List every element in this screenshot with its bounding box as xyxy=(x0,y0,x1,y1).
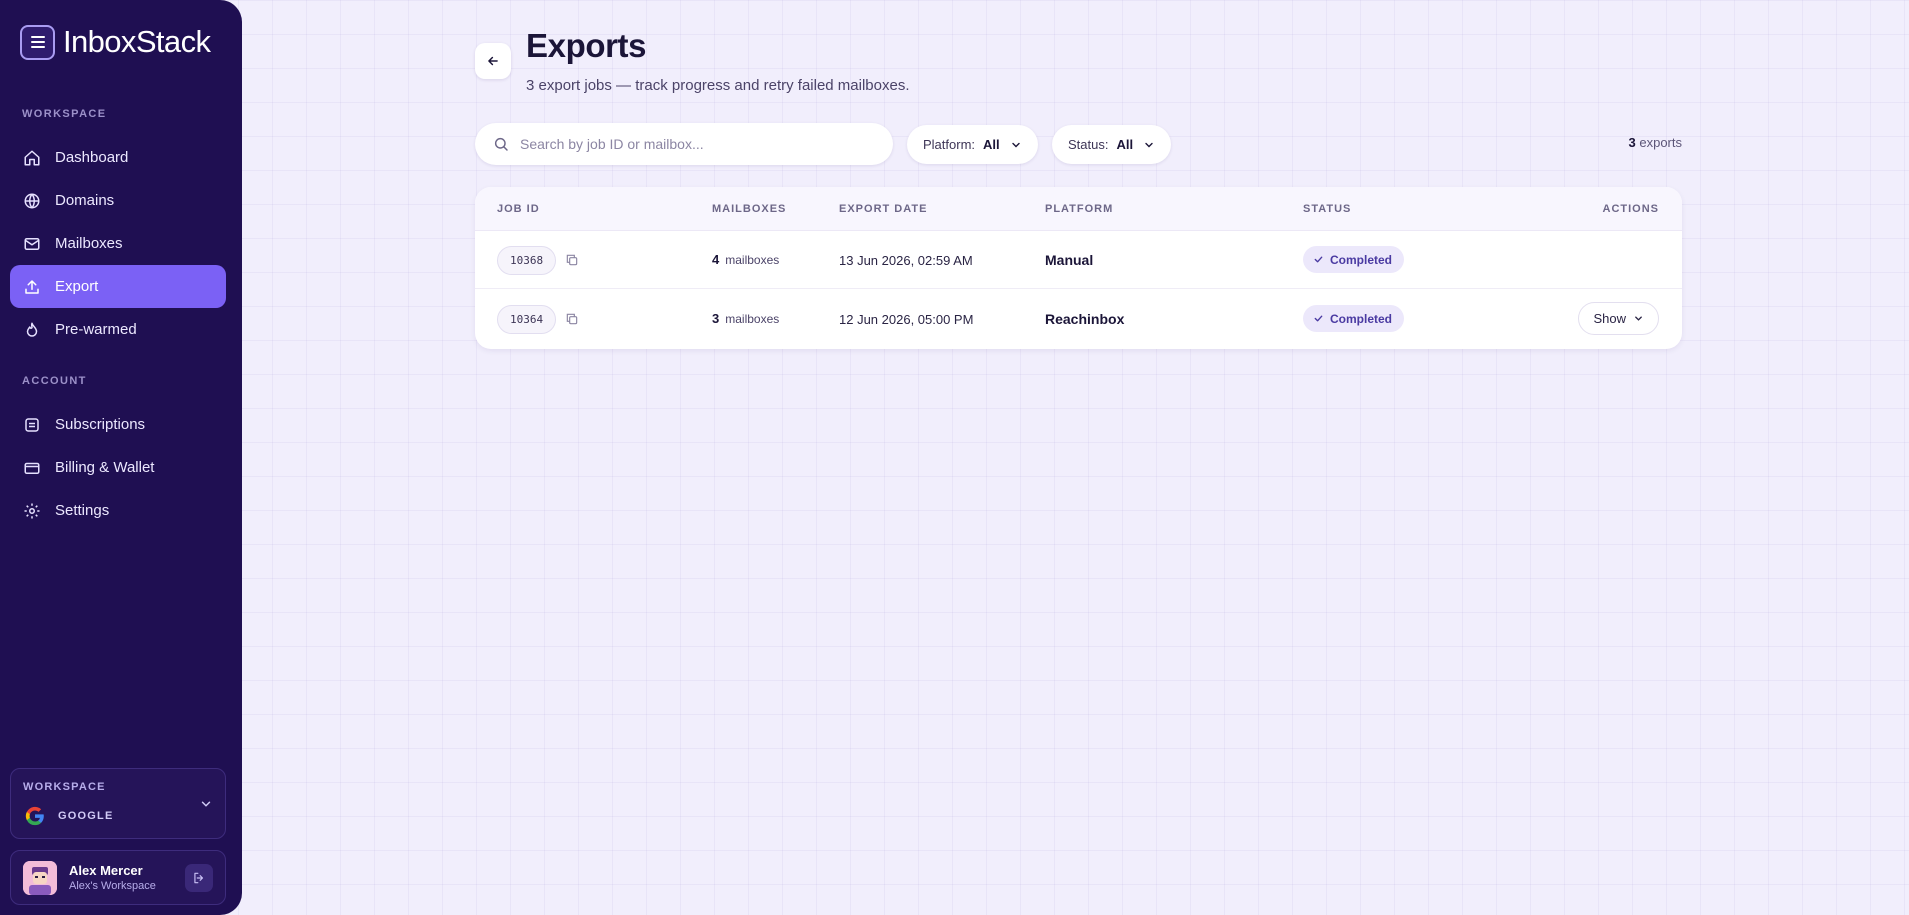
flame-icon xyxy=(26,322,38,337)
status-text: Completed xyxy=(1330,311,1393,326)
status-badge: Completed xyxy=(1303,246,1405,273)
sidebar-item-label: Mailboxes xyxy=(55,235,123,252)
user-name: Alex Mercer xyxy=(69,863,143,878)
chevron-down-icon xyxy=(1145,142,1153,147)
export-date: 13 Jun 2026, 02:59 AM xyxy=(839,253,973,268)
column-header-mailboxes: MAILBOXES xyxy=(712,203,787,215)
logout-icon xyxy=(194,872,204,884)
export-count-number: 3 xyxy=(1628,135,1636,150)
workspace-name: GOOGLE xyxy=(58,810,114,822)
table-header: JOB ID MAILBOXES EXPORT DATE PLATFORM ST… xyxy=(475,187,1682,231)
chevron-down-icon xyxy=(1635,316,1642,321)
status-filter[interactable]: Status: All xyxy=(1052,125,1172,164)
avatar xyxy=(23,861,57,895)
exports-table: JOB ID MAILBOXES EXPORT DATE PLATFORM ST… xyxy=(475,187,1682,349)
column-header-job-id: JOB ID xyxy=(497,203,540,215)
mailbox-count-unit: mailboxes xyxy=(725,253,780,267)
platform-filter-value: All xyxy=(983,137,1000,152)
column-header-platform: PLATFORM xyxy=(1045,203,1114,215)
back-button[interactable] xyxy=(475,43,511,79)
show-button[interactable]: Show xyxy=(1578,302,1659,335)
sidebar-item-settings[interactable]: Settings xyxy=(10,489,226,532)
logout-button[interactable] xyxy=(185,864,213,892)
column-header-export-date: EXPORT DATE xyxy=(839,203,928,215)
check-icon xyxy=(1314,315,1323,322)
inbox-logo-icon xyxy=(20,24,55,60)
status-filter-label: Status: xyxy=(1068,137,1109,152)
mailbox-count-number: 4 xyxy=(712,252,720,267)
copy-icon[interactable] xyxy=(565,312,579,326)
sidebar-item-label: Dashboard xyxy=(55,149,129,166)
sidebar-item-billing[interactable]: Billing & Wallet xyxy=(10,446,226,489)
export-date: 12 Jun 2026, 05:00 PM xyxy=(839,312,974,327)
workspace-section-label: WORKSPACE xyxy=(22,108,107,120)
chevron-down-icon xyxy=(1011,142,1020,147)
mailbox-count: 4 mailboxes xyxy=(712,252,779,267)
logo[interactable]: InboxStack xyxy=(20,24,211,60)
arrow-left-icon xyxy=(488,56,498,66)
sidebar-item-subscriptions[interactable]: Subscriptions xyxy=(10,403,226,446)
sidebar-item-pre-warmed[interactable]: Pre-warmed xyxy=(10,308,226,351)
show-button-label: Show xyxy=(1593,311,1626,326)
sidebar-item-dashboard[interactable]: Dashboard xyxy=(10,136,226,179)
search-icon xyxy=(494,137,508,151)
status-filter-value: All xyxy=(1116,137,1134,152)
platform-filter-label: Platform: xyxy=(923,137,976,152)
status-text: Completed xyxy=(1330,252,1393,267)
mailbox-count: 3 mailboxes xyxy=(712,311,779,326)
export-count-label: exports xyxy=(1639,135,1682,150)
user-workspace: Alex's Workspace xyxy=(69,880,156,892)
job-id: 10368 xyxy=(497,246,557,275)
check-icon xyxy=(1314,256,1323,263)
platform-name: Manual xyxy=(1045,252,1094,268)
sidebar-item-label: Domains xyxy=(55,192,115,209)
table-row[interactable]: 10364 3 mailboxes 12 Jun 2026, 05:00 PM R… xyxy=(475,290,1682,348)
mailbox-count-unit: mailboxes xyxy=(725,312,780,326)
card-icon xyxy=(24,462,40,474)
list-icon xyxy=(25,417,39,432)
mailbox-count-number: 3 xyxy=(712,311,720,326)
page-subtitle: 3 export jobs — track progress and retry… xyxy=(526,77,910,94)
page-title: Exports xyxy=(526,27,647,64)
sidebar-item-label: Billing & Wallet xyxy=(55,459,155,476)
job-id: 10364 xyxy=(497,305,557,334)
user-card[interactable]: Alex Mercer Alex's Workspace xyxy=(10,850,226,905)
mail-icon xyxy=(24,237,40,250)
sidebar-item-label: Subscriptions xyxy=(55,416,146,433)
account-section-label: ACCOUNT xyxy=(22,375,87,387)
sidebar-item-mailboxes[interactable]: Mailboxes xyxy=(10,222,226,265)
search-box[interactable] xyxy=(475,123,893,165)
sidebar: InboxStack WORKSPACE Dashboard Domains M… xyxy=(0,0,242,915)
sidebar-item-domains[interactable]: Domains xyxy=(10,179,226,222)
status-badge: Completed xyxy=(1303,305,1405,332)
column-header-status: STATUS xyxy=(1303,203,1352,215)
sidebar-item-label: Settings xyxy=(55,502,110,519)
home-icon xyxy=(24,150,40,165)
copy-icon[interactable] xyxy=(565,253,579,267)
sidebar-item-label: Pre-warmed xyxy=(55,321,137,338)
platform-filter[interactable]: Platform: All xyxy=(907,125,1038,164)
google-icon xyxy=(25,806,44,826)
sidebar-item-export[interactable]: Export xyxy=(10,265,226,308)
workspace-switcher[interactable]: WORKSPACE GOOGLE xyxy=(10,768,226,839)
export-count: 3 exports xyxy=(1629,135,1683,150)
search-input[interactable] xyxy=(520,136,860,152)
globe-icon xyxy=(24,193,40,208)
table-row[interactable]: 10368 4 mailboxes 13 Jun 2026, 02:59 AM M… xyxy=(475,231,1682,289)
workspace-switcher-label: WORKSPACE xyxy=(23,781,106,793)
upload-icon xyxy=(25,279,39,294)
sidebar-item-label: Export xyxy=(55,278,99,295)
gear-icon xyxy=(24,503,40,518)
column-header-actions: ACTIONS xyxy=(1602,203,1659,215)
platform-name: Reachinbox xyxy=(1045,311,1125,327)
app-name: InboxStack xyxy=(63,24,211,59)
chevron-down-icon xyxy=(201,801,211,807)
